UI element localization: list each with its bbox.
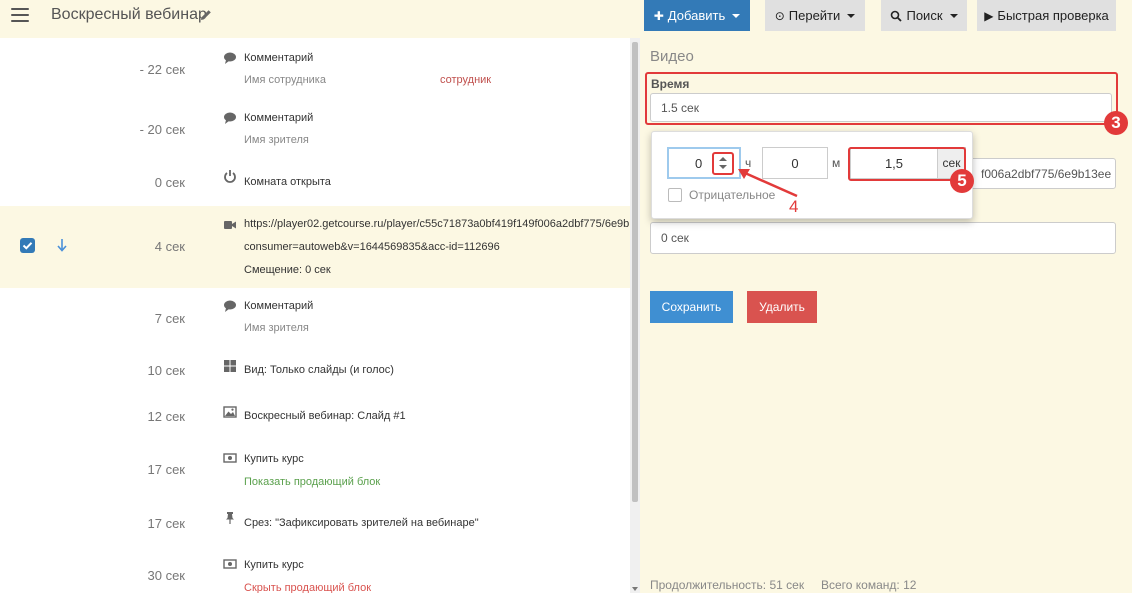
add-button[interactable]: ✚ Добавить (644, 0, 750, 31)
command-title: Комментарий (244, 52, 314, 64)
scroll-down-arrow-icon[interactable] (632, 587, 638, 591)
command-title: Купить курс (244, 559, 304, 571)
list-item[interactable]: 17 сек Срез: "Зафиксировать зрителей на … (0, 500, 630, 546)
search-button-label: Поиск (906, 8, 943, 23)
duration-stat: Продолжительность: 51 сек (650, 578, 805, 592)
command-offset: 17 сек (147, 516, 186, 531)
list-item[interactable]: 12 сек Воскресный вебинар: Слайд #1 (0, 394, 630, 440)
pencil-icon[interactable] (199, 8, 213, 22)
command-title: Купить курс (244, 453, 304, 465)
command-offset: 17 сек (147, 462, 186, 477)
list-scrollbar[interactable] (630, 38, 640, 593)
negative-checkbox[interactable] (668, 188, 682, 202)
scrollbar-thumb[interactable] (632, 42, 638, 502)
comment-icon (224, 300, 236, 312)
video-url-input[interactable]: f006a2dbf775/6e9b13ee (970, 158, 1116, 189)
list-item[interactable]: 0 сек Комната открыта (0, 158, 630, 206)
command-title: Комментарий (244, 112, 314, 124)
play-icon: ▶ (984, 8, 994, 23)
money-icon (223, 453, 237, 463)
check-icon (22, 242, 33, 250)
money-icon (223, 559, 237, 569)
highlight-frame-time (645, 72, 1118, 125)
command-title: Комментарий (244, 300, 314, 312)
command-title: Воскресный вебинар: Слайд #1 (244, 410, 406, 422)
delete-button[interactable]: Удалить (747, 291, 817, 323)
hours-value: 0 (695, 155, 703, 171)
goto-button[interactable]: ⊙ Перейти (765, 0, 865, 31)
list-item[interactable]: 17 сек Купить курс Показать продающий бл… (0, 440, 630, 500)
time-picker-popup: 0 ч 0 м 1,5 сек Отрицательное (651, 131, 973, 219)
list-item[interactable]: 7 сек Комментарий Имя зрителя (0, 288, 630, 348)
command-offset: - 22 сек (139, 62, 185, 77)
page-title: Воскресный вебинар (51, 6, 207, 23)
plus-icon: ✚ (653, 8, 664, 23)
annotation-badge-3: 3 (1104, 111, 1128, 135)
command-title: Комната открыта (244, 176, 331, 188)
search-icon (891, 10, 903, 22)
add-button-label: Добавить (667, 8, 726, 23)
highlight-frame-seconds (848, 147, 966, 181)
clock-icon: ⊙ (774, 8, 785, 23)
caret-down-icon (949, 13, 958, 18)
command-offset: 30 сек (147, 568, 186, 583)
comment-icon (224, 52, 236, 64)
power-icon (224, 170, 236, 183)
top-bar: Воскресный вебинар ✚ Добавить ⊙ Перейти … (0, 0, 1132, 38)
annotation-label-4: 4 (789, 197, 799, 216)
command-subtitle: Имя сотрудника (244, 74, 326, 86)
hide-sales-block-link[interactable]: Скрыть продающий блок (244, 582, 371, 593)
arrow-down-icon[interactable] (56, 238, 68, 252)
video-url: https://player02.getcourse.ru/player/c55… (244, 218, 630, 230)
video-offset: Смещение: 0 сек (244, 264, 331, 276)
command-list: - 22 сек Комментарий Имя сотрудника сотр… (0, 38, 630, 593)
highlight-frame-spinner (712, 152, 734, 175)
goto-button-label: Перейти (788, 8, 841, 23)
save-button[interactable]: Сохранить (650, 291, 733, 323)
quick-check-label: Быстрая проверка (997, 8, 1109, 23)
show-sales-block-link[interactable]: Показать продающий блок (244, 476, 380, 488)
role-tag: сотрудник (440, 74, 492, 86)
command-subtitle: Имя зрителя (244, 134, 309, 146)
row-checkbox[interactable] (20, 238, 35, 253)
command-offset: 10 сек (147, 363, 186, 378)
image-icon (223, 406, 237, 418)
command-subtitle: Имя зрителя (244, 322, 309, 334)
list-item[interactable]: 30 сек Купить курс Скрыть продающий блок (0, 546, 630, 593)
list-item-selected[interactable]: 4 сек https://player02.getcourse.ru/play… (0, 206, 630, 288)
search-button[interactable]: Поиск (881, 0, 967, 31)
list-item[interactable]: 10 сек Вид: Только слайды (и голос) (0, 348, 630, 394)
list-item[interactable]: - 22 сек Комментарий Имя сотрудника сотр… (0, 38, 630, 98)
command-title: Вид: Только слайды (и голос) (244, 364, 394, 376)
video-url-params: consumer=autoweb&v=1644569835&acc-id=112… (244, 241, 500, 253)
caret-down-icon (847, 13, 856, 18)
command-offset: 0 сек (154, 175, 185, 190)
command-offset: - 20 сек (139, 122, 185, 137)
comment-icon (224, 112, 236, 124)
video-camera-icon (224, 221, 236, 229)
section-title: Видео (650, 48, 694, 65)
total-commands-stat: Всего команд: 12 (821, 578, 917, 592)
command-offset: 12 сек (147, 409, 186, 424)
quick-check-button[interactable]: ▶ Быстрая проверка (977, 0, 1116, 31)
pin-icon (226, 512, 234, 524)
list-item[interactable]: - 20 сек Комментарий Имя зрителя (0, 98, 630, 158)
minutes-unit: м (832, 156, 841, 170)
annotation-badge-5: 5 (950, 169, 974, 193)
command-title: Срез: "Зафиксировать зрителей на вебинар… (244, 517, 479, 529)
command-offset: 4 сек (154, 239, 185, 254)
menu-icon[interactable] (11, 8, 29, 22)
caret-down-icon (732, 13, 741, 18)
video-offset-input[interactable]: 0 сек (650, 222, 1116, 254)
command-offset: 7 сек (154, 311, 185, 326)
grid-icon (224, 360, 236, 372)
